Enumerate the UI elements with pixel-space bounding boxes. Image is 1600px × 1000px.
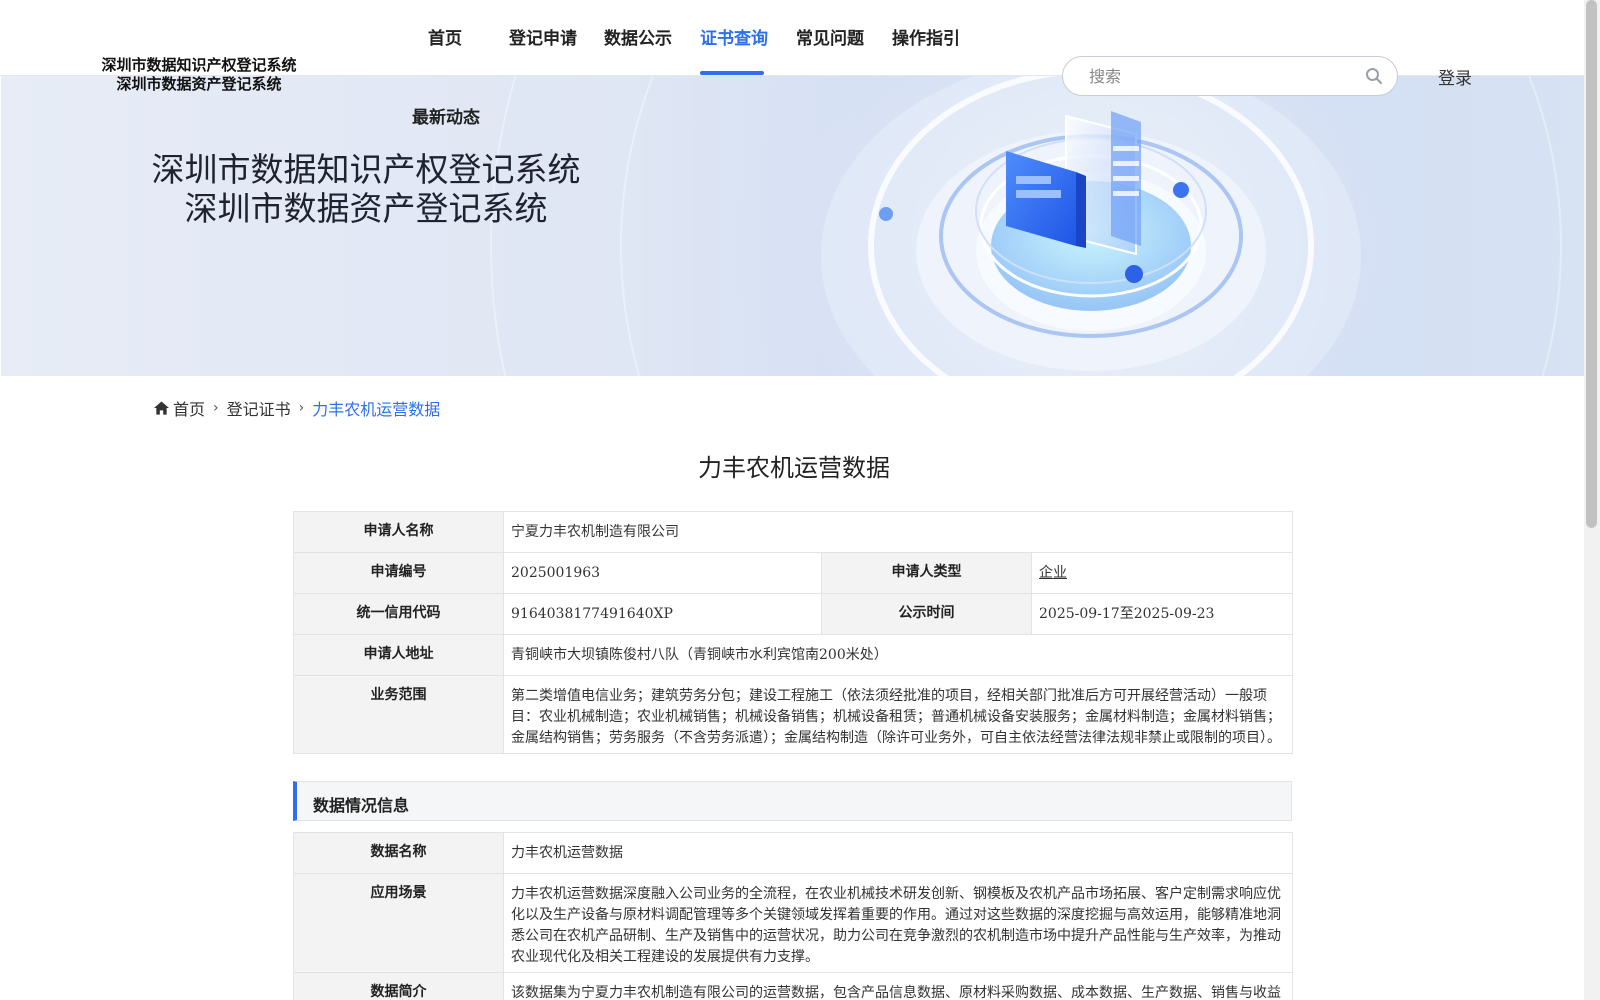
breadcrumb-home[interactable]: 首页 <box>173 396 205 420</box>
applicant-name-value: 宁夏力丰农机制造有限公司 <box>503 511 1293 553</box>
credit-code-value: 91640381774916­40XP <box>503 593 822 635</box>
table-row: 统一信用代码 91640381774916­40XP 公示时间 2025-09-… <box>293 593 1293 635</box>
application-number-label: 申请编号 <box>293 552 504 594</box>
applicant-type-value: 企业 <box>1031 552 1293 594</box>
nav-latest-news[interactable]: 最新动态 <box>412 103 480 128</box>
data-info-table: 数据名称 力丰农机运营数据 应用场景 力丰农机运营数据深度融入公司业务的全流程，… <box>293 832 1293 1000</box>
chevron-right-icon: › <box>298 400 305 416</box>
logo-line2: 深圳市数据资产登记系统 <box>116 75 282 93</box>
nav-home[interactable]: 首页 <box>428 24 462 49</box>
hero-banner: 深圳市数据知识产权登记系统 深圳市数据资产登记系统 <box>1 76 1584 376</box>
chevron-right-icon: › <box>213 400 219 416</box>
page-title: 力丰农机运营数据 <box>698 454 890 482</box>
nav-faq[interactable]: 常见问题 <box>796 24 864 49</box>
nav-operation-guide[interactable]: 操作指引 <box>892 24 960 49</box>
banner-title-line2: 深圳市数据资产登记系统 <box>184 189 548 228</box>
nav-certificate-query[interactable]: 证书查询 <box>700 24 768 49</box>
applicant-address-value: 青铜峡市大坝镇陈俊村八队（青铜峡市水利宾馆南200米处） <box>503 634 1293 676</box>
logo-line1: 深圳市数据知识产权登记系统 <box>101 56 297 74</box>
application-scene-label: 应用场景 <box>293 873 504 973</box>
nav-register-apply[interactable]: 登记申请 <box>509 24 577 49</box>
applicant-address-label: 申请人地址 <box>293 634 504 676</box>
publicity-time-label: 公示时间 <box>821 593 1032 635</box>
publicity-time-value: 2025-09-17至2025-09-23 <box>1031 593 1293 635</box>
table-row: 申请人地址 青铜峡市大坝镇陈俊村八队（青铜峡市水利宾馆南200米处） <box>293 634 1293 676</box>
data-name-label: 数据名称 <box>293 832 504 874</box>
breadcrumb-current: 力丰农机运营数据 <box>312 400 441 419</box>
scrollbar-thumb[interactable] <box>1586 0 1597 528</box>
applicant-info-table: 申请人名称 宁夏力丰农机制造有限公司 申请编号 2025001963 申请人类型… <box>293 511 1293 754</box>
search-icon[interactable] <box>1365 67 1383 85</box>
banner-title: 深圳市数据知识产权登记系统 深圳市数据资产登记系统 <box>151 150 581 228</box>
search-input[interactable] <box>1089 65 1339 87</box>
active-nav-indicator <box>700 71 764 75</box>
application-scene-value: 力丰农机运营数据深度融入公司业务的全流程，在农业机械技术研发创新、钢模板及农机产… <box>503 873 1293 973</box>
table-row: 数据名称 力丰农机运营数据 <box>293 832 1293 874</box>
login-link[interactable]: 登录 <box>1438 64 1472 89</box>
breadcrumb: 首页 › 登记证书 › 力丰农机运营数据 <box>154 396 440 420</box>
applicant-name-label: 申请人名称 <box>293 511 504 553</box>
table-row: 申请编号 2025001963 申请人类型 企业 <box>293 552 1293 594</box>
data-intro-label: 数据简介 <box>293 972 504 1000</box>
application-number-value: 2025001963 <box>503 552 822 594</box>
credit-code-label: 统一信用代码 <box>293 593 504 635</box>
data-name-value: 力丰农机运营数据 <box>503 832 1293 874</box>
data-intro-value: 该数据集为宁夏力丰农机制造有限公司的运营数据，包含产品信息数据、原材料采购数据、… <box>503 972 1293 1000</box>
business-scope-value: 第二类增值电信业务；建筑劳务分包；建设工程施工（依法须经批准的项目，经相关部门批… <box>503 675 1293 754</box>
breadcrumb-certificates[interactable]: 登记证书 <box>227 396 291 420</box>
table-row: 数据简介 该数据集为宁夏力丰农机制造有限公司的运营数据，包含产品信息数据、原材料… <box>293 972 1293 1000</box>
nav-data-publicity[interactable]: 数据公示 <box>604 24 672 49</box>
banner-title-line1: 深圳市数据知识产权登记系统 <box>151 150 581 189</box>
top-header: 深圳市数据知识产权登记系统 深圳市数据资产登记系统 首页 登记申请 数据公示 证… <box>0 0 1584 96</box>
data-info-section-header: 数据情况信息 <box>293 781 1292 821</box>
search-box <box>1062 56 1398 96</box>
table-row: 应用场景 力丰农机运营数据深度融入公司业务的全流程，在农业机械技术研发创新、钢模… <box>293 873 1293 973</box>
applicant-type-label: 申请人类型 <box>821 552 1032 594</box>
table-row: 申请人名称 宁夏力丰农机制造有限公司 <box>293 511 1293 553</box>
business-scope-label: 业务范围 <box>293 675 504 754</box>
home-icon <box>154 401 169 415</box>
site-logo[interactable]: 深圳市数据知识产权登记系统 深圳市数据资产登记系统 <box>94 56 304 94</box>
table-row: 业务范围 第二类增值电信业务；建筑劳务分包；建设工程施工（依法须经批准的项目，经… <box>293 675 1293 754</box>
